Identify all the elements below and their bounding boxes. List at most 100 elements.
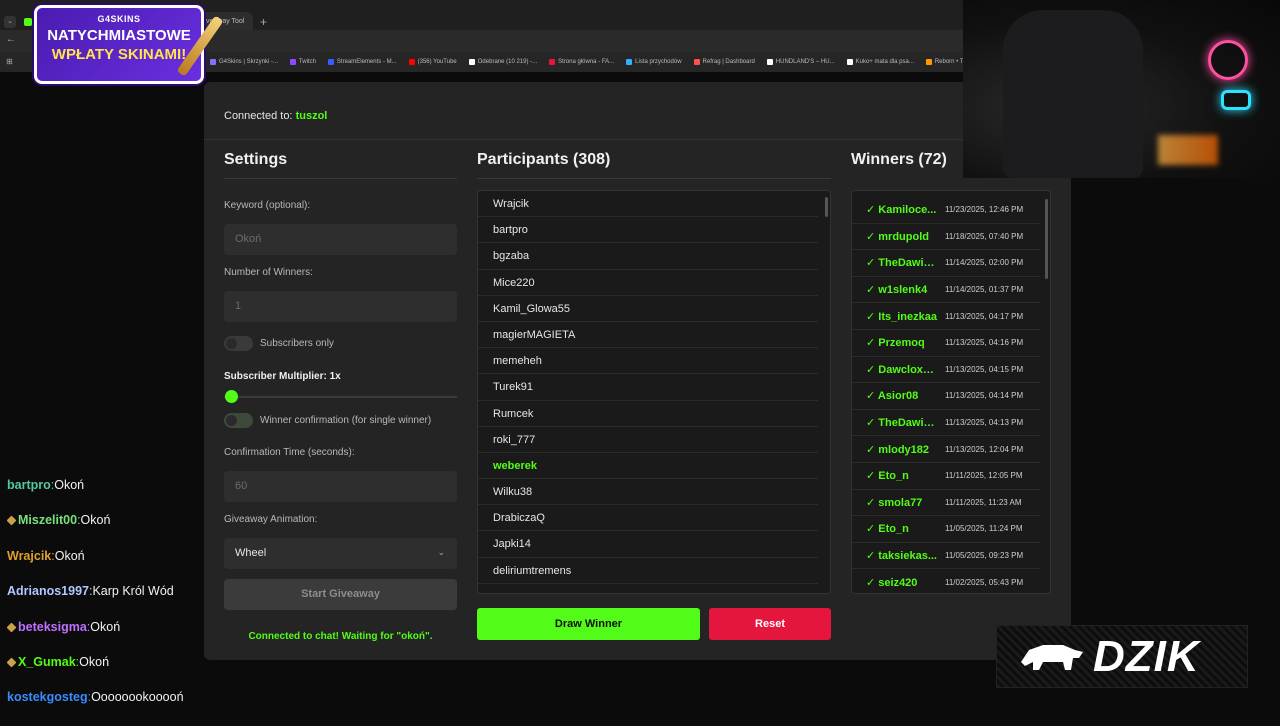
participant-item[interactable]: magierMAGIETA xyxy=(478,322,818,349)
winner-item[interactable]: ✓ smola77 11/11/2025, 11:23 AM xyxy=(852,490,1040,517)
neon-light-cyan xyxy=(1221,90,1251,110)
participant-item[interactable]: Rumcek xyxy=(478,401,818,427)
winner-item[interactable]: ✓ Asior08 11/13/2025, 04:14 PM xyxy=(852,383,1040,410)
chat-username: Miszelit00 xyxy=(18,513,78,528)
winner-item[interactable]: ✓ Przemoq 11/13/2025, 04:16 PM xyxy=(852,330,1040,357)
bookmark-label: Odebrane (10 219) -... xyxy=(477,59,538,65)
winner-item[interactable]: ✓ w1slenk4 11/14/2025, 01:37 PM xyxy=(852,277,1040,304)
winner-date: 11/13/2025, 04:16 PM xyxy=(945,338,1024,348)
webcam-overlay xyxy=(963,0,1280,178)
bookmark-label: (356) YouTube xyxy=(417,59,457,65)
chat-message: Miszelit00:Okoń xyxy=(7,513,217,548)
winner-confirmation-toggle[interactable] xyxy=(224,413,253,428)
bookmark-favicon-icon xyxy=(846,59,853,65)
participants-scrollbar[interactable] xyxy=(825,197,828,217)
bookmark-item[interactable]: Twitch xyxy=(289,59,316,65)
multiplier-slider-track[interactable] xyxy=(224,396,457,398)
winners-count-input[interactable]: 1 xyxy=(224,291,457,322)
participant-item[interactable]: deliriumtremens xyxy=(478,558,818,584)
participant-item[interactable]: roki_777 xyxy=(478,427,818,453)
subscribers-only-toggle[interactable] xyxy=(224,336,253,351)
keyword-input[interactable]: Okoń xyxy=(224,224,457,255)
winner-name: ✓ Dawclox11... xyxy=(866,363,939,376)
participant-item[interactable]: Kamil_Glowa55 xyxy=(478,296,818,322)
winner-name: ✓ w1slenk4 xyxy=(866,284,928,297)
winner-item[interactable]: ✓ Dawclox11... 11/13/2025, 04:15 PM xyxy=(852,357,1040,384)
giveaway-app: Connected to: tuszol Settings Keyword (o… xyxy=(204,82,1071,660)
chat-username: beteksigma xyxy=(18,619,87,634)
winner-name: ✓ Asior08 xyxy=(866,390,919,403)
bookmark-item[interactable]: Strona główna - FA... xyxy=(549,59,614,65)
chat-message: Adrianos1997:Karp Król Wód xyxy=(7,584,217,619)
participant-item[interactable]: Japki14 xyxy=(478,531,818,558)
winner-name: ✓ Its_inezkaa xyxy=(866,310,937,323)
kick-favicon-icon[interactable] xyxy=(24,18,32,26)
boar-icon xyxy=(1021,644,1083,670)
confirmation-time-input[interactable]: 60 xyxy=(224,471,457,502)
bookmark-favicon-icon xyxy=(925,59,932,65)
winner-item[interactable]: ✓ Eto_n 11/05/2025, 11:24 PM xyxy=(852,516,1040,543)
winner-date: 11/11/2025, 12:05 PM xyxy=(945,471,1023,481)
new-tab-icon[interactable]: + xyxy=(260,15,267,29)
winner-item[interactable]: ✓ Eto_n 11/11/2025, 12:05 PM xyxy=(852,463,1040,490)
multiplier-slider-thumb[interactable] xyxy=(225,390,238,403)
bookmark-item[interactable]: Refrag | Dashboard xyxy=(693,59,755,65)
connected-label: Connected to: xyxy=(224,110,293,122)
participants-underline xyxy=(477,178,831,179)
start-giveaway-button[interactable]: Start Giveaway xyxy=(224,579,457,610)
bookmark-item[interactable]: (356) YouTube xyxy=(408,59,457,65)
chat-username: bartpro xyxy=(7,478,51,492)
winner-item[interactable]: ✓ taksiekas... 11/05/2025, 09:23 PM xyxy=(852,543,1040,570)
winner-item[interactable]: ✓ TheDawid... 11/14/2025, 02:00 PM xyxy=(852,250,1040,277)
winner-item[interactable]: ✓ Kamiloce... 11/23/2025, 12:46 PM xyxy=(852,197,1040,224)
bookmark-favicon-icon xyxy=(693,59,700,65)
apps-grid-icon[interactable]: ⊞ xyxy=(6,57,13,66)
chat-username: Adrianos1997 xyxy=(7,584,89,599)
winner-date: 11/11/2025, 11:23 AM xyxy=(945,497,1022,507)
participant-item[interactable]: Wilku38 xyxy=(478,479,818,506)
winner-date: 11/05/2025, 09:23 PM xyxy=(945,551,1024,561)
participants-list[interactable]: Wrajcik bartpro bgzaba Mice220 Kamil_Glowa55… xyxy=(477,190,831,594)
winner-name: ✓ smola77 xyxy=(866,496,923,509)
bookmark-item[interactable]: Lista przychodów xyxy=(626,59,682,65)
bookmark-label: Twitch xyxy=(298,59,316,65)
bookmark-label: Refrag | Dashboard xyxy=(702,59,755,65)
draw-winner-button[interactable]: Draw Winner xyxy=(477,608,700,640)
participant-item[interactable]: bgzaba xyxy=(478,243,818,270)
bookmark-item[interactable]: G4Skins | Skrzynki -... xyxy=(210,59,278,65)
back-arrow-icon[interactable]: ← xyxy=(6,34,16,45)
winner-date: 11/14/2025, 02:00 PM xyxy=(945,258,1024,268)
participant-item[interactable]: Mice220 xyxy=(478,270,818,296)
connected-user: tuszol xyxy=(295,110,328,122)
bookmark-label: StreamElements - M... xyxy=(336,59,397,65)
chat-message: Wrajcik:Okoń xyxy=(7,549,217,584)
bookmark-item[interactable]: HUNDLAND'S – HU... xyxy=(766,59,835,65)
participant-item[interactable]: Turek91 xyxy=(478,374,818,401)
winner-name: ✓ TheDawid... xyxy=(866,257,939,270)
winner-item[interactable]: ✓ seiz420 11/02/2025, 05:43 PM xyxy=(852,569,1040,593)
dzik-wordmark: DZIK xyxy=(1093,631,1200,681)
participant-item[interactable]: memeheh xyxy=(478,348,818,375)
participant-item[interactable]: Wrajcik xyxy=(478,191,818,218)
winner-item[interactable]: ✓ Its_inezkaa 11/13/2025, 04:17 PM xyxy=(852,303,1040,330)
winner-item[interactable]: ✓ TheDawidek 11/13/2025, 04:13 PM xyxy=(852,410,1040,437)
bookmark-label: HUNDLAND'S – HU... xyxy=(775,59,835,65)
participant-item[interactable]: DrabiczaQ xyxy=(478,505,818,532)
bookmark-item[interactable]: StreamElements - M... xyxy=(327,59,397,65)
winner-date: 11/23/2025, 12:46 PM xyxy=(945,205,1024,215)
winner-item[interactable]: ✓ mrdupold 11/18/2025, 07:40 PM xyxy=(852,224,1040,251)
chat-text: Karp Król Wód xyxy=(92,584,174,599)
bookmark-item[interactable]: Odebrane (10 219) -... xyxy=(468,59,538,65)
tab-search-icon[interactable]: ⌄ xyxy=(4,16,16,28)
chat-badge-icon xyxy=(7,515,17,526)
bookmark-favicon-icon xyxy=(766,59,773,65)
reset-button[interactable]: Reset xyxy=(709,608,831,640)
participant-item[interactable]: bartpro xyxy=(478,217,818,244)
bookmark-item[interactable]: Kuko+ mata dla psa... xyxy=(846,59,914,65)
winner-date: 11/13/2025, 04:17 PM xyxy=(945,311,1024,321)
winner-item[interactable]: ✓ mlody182 11/13/2025, 12:04 PM xyxy=(852,436,1040,463)
winners-list[interactable]: ✓ Kamiloce... 11/23/2025, 12:46 PM ✓ mrdup… xyxy=(851,190,1051,594)
winners-scrollbar[interactable] xyxy=(1045,199,1048,279)
animation-select[interactable]: Wheel ⌄ xyxy=(224,538,457,569)
participant-item[interactable]: weberek xyxy=(478,453,818,480)
